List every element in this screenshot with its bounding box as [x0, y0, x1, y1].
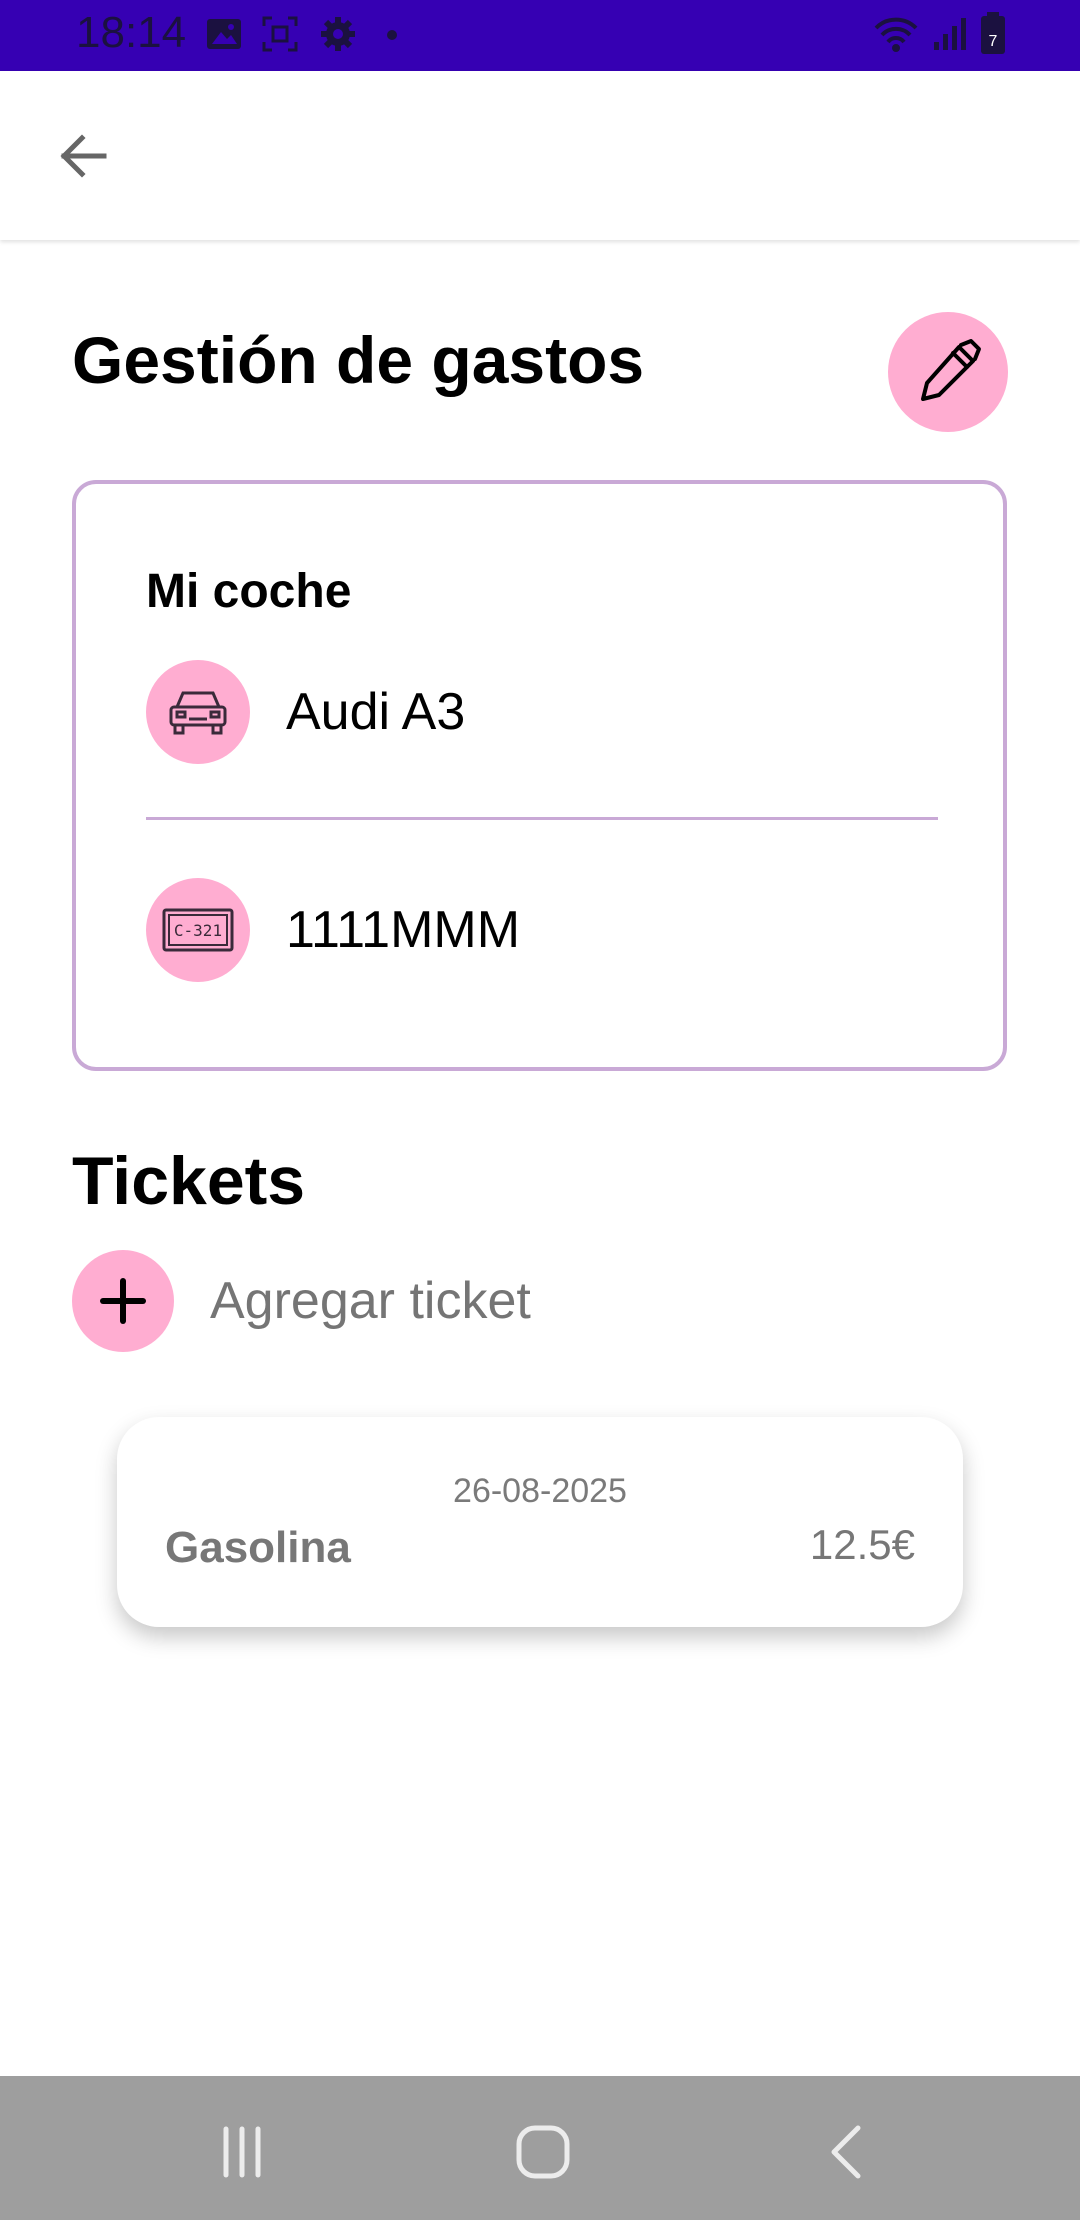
back-button[interactable] [40, 114, 124, 198]
status-time: 18:14 [76, 8, 187, 57]
page-title: Gestión de gastos [72, 323, 645, 397]
pen-icon [921, 339, 981, 401]
license-plate-icon: C-321 [146, 878, 250, 982]
home-button[interactable] [503, 2112, 583, 2192]
tickets-title: Tickets [72, 1143, 306, 1219]
battery-icon: 7 [978, 10, 1008, 61]
ticket-amount: 12.5€ [809, 1521, 915, 1568]
back-icon [831, 2125, 861, 2179]
car-plate: 1111MMM [286, 901, 521, 959]
nav-back-button[interactable] [806, 2112, 886, 2192]
ticket-card[interactable]: 26-08-2025 Gasolina 12.5€ [117, 1417, 963, 1627]
recent-apps-icon [223, 2126, 261, 2178]
add-button[interactable] [72, 1250, 174, 1352]
wifi-icon [872, 14, 920, 59]
car-icon [146, 660, 250, 764]
status-bar: 18:14 7 [0, 0, 1080, 71]
image-icon [204, 14, 244, 59]
card-divider [146, 817, 938, 820]
recent-apps-button[interactable] [202, 2112, 282, 2192]
edit-button[interactable] [888, 312, 1008, 432]
car-model-row: Audi A3 [146, 660, 465, 764]
car-plate-row: C-321 1111MMM [146, 878, 520, 982]
car-card: Mi coche Audi A3 C-321 1111MMM [72, 480, 1007, 1071]
signal-icon [930, 14, 970, 59]
screenshot-icon [260, 14, 300, 59]
add-ticket-label: Agregar ticket [210, 1272, 531, 1330]
app-bar [0, 71, 1080, 240]
navigation-bar [0, 2076, 1080, 2220]
gear-icon [318, 14, 358, 59]
home-icon [516, 2125, 570, 2179]
ticket-name: Gasolina [165, 1523, 351, 1572]
ticket-date: 26-08-2025 [453, 1472, 627, 1510]
car-card-title: Mi coche [146, 565, 352, 618]
plus-icon [100, 1278, 146, 1324]
car-model: Audi A3 [286, 683, 466, 741]
dot-icon [386, 28, 398, 46]
battery-level: 7 [989, 33, 998, 50]
add-ticket-button[interactable]: Agregar ticket [72, 1250, 531, 1352]
plate-icon-text: C-321 [174, 921, 222, 940]
arrow-left-icon [60, 134, 107, 178]
